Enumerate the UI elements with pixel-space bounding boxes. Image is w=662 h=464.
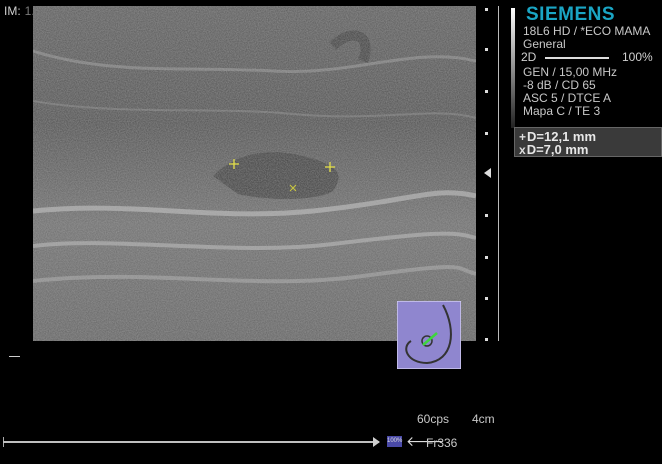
mode-label: 2D: [521, 50, 537, 64]
mode-row: 2D 100%: [521, 50, 661, 64]
depth-tick: [485, 90, 488, 93]
breast-bodymarker-icon[interactable]: [396, 300, 462, 370]
depth-value: 4cm: [472, 412, 495, 426]
depth-tick: [485, 214, 488, 217]
ultrasound-image[interactable]: [33, 6, 476, 341]
caliper-x-icon: x: [519, 143, 526, 157]
power-bar: [545, 57, 609, 59]
ultrasound-texture: [33, 6, 476, 341]
depth-tick: [485, 132, 488, 135]
depth-tick: [485, 297, 488, 300]
depth-tick: [485, 256, 488, 259]
cine-badge: 100%: [387, 436, 402, 447]
grayscale-bar: [511, 8, 515, 128]
depth-tick: [485, 48, 488, 51]
back-arrow-icon[interactable]: 🡐: [406, 434, 444, 448]
depth-tick: [485, 338, 488, 341]
cine-timeline[interactable]: [3, 441, 379, 443]
depth-tick: [485, 8, 488, 11]
measurement-value: D=7,0 mm: [526, 142, 589, 157]
power-percent: 100%: [622, 50, 653, 64]
measurement-row: xD=7,0 mm: [519, 142, 588, 157]
depth-scale-line: [498, 6, 499, 341]
focus-marker-icon[interactable]: [484, 168, 491, 178]
im-label-text: IM:: [4, 4, 21, 18]
frame-rate: 60cps: [417, 412, 450, 426]
scale-marker: [9, 356, 20, 357]
brand-logo: SIEMENS: [526, 4, 616, 25]
play-icon[interactable]: [373, 437, 380, 447]
frame-number: Fr336: [426, 436, 458, 450]
measurement-panel: +D=12,1 mm xD=7,0 mm: [514, 127, 662, 157]
map-label: Mapa C / TE 3: [523, 104, 601, 118]
